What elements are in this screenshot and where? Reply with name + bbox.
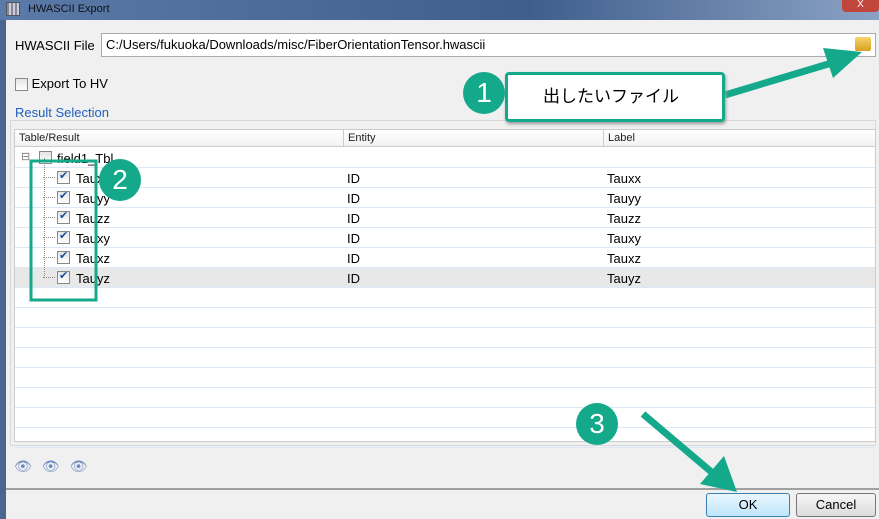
step-1-badge: 1 bbox=[463, 72, 505, 114]
arrow-1-head bbox=[823, 48, 862, 78]
step-2-badge: 2 bbox=[99, 159, 141, 201]
arrow-1 bbox=[723, 58, 837, 99]
arrow-3-head bbox=[700, 456, 737, 492]
step-3-badge: 3 bbox=[576, 403, 618, 445]
annotation-arrows bbox=[29, 48, 862, 492]
arrow-3 bbox=[640, 411, 718, 478]
callout-1: 出したいファイル bbox=[505, 72, 725, 122]
highlight-box bbox=[29, 159, 98, 302]
